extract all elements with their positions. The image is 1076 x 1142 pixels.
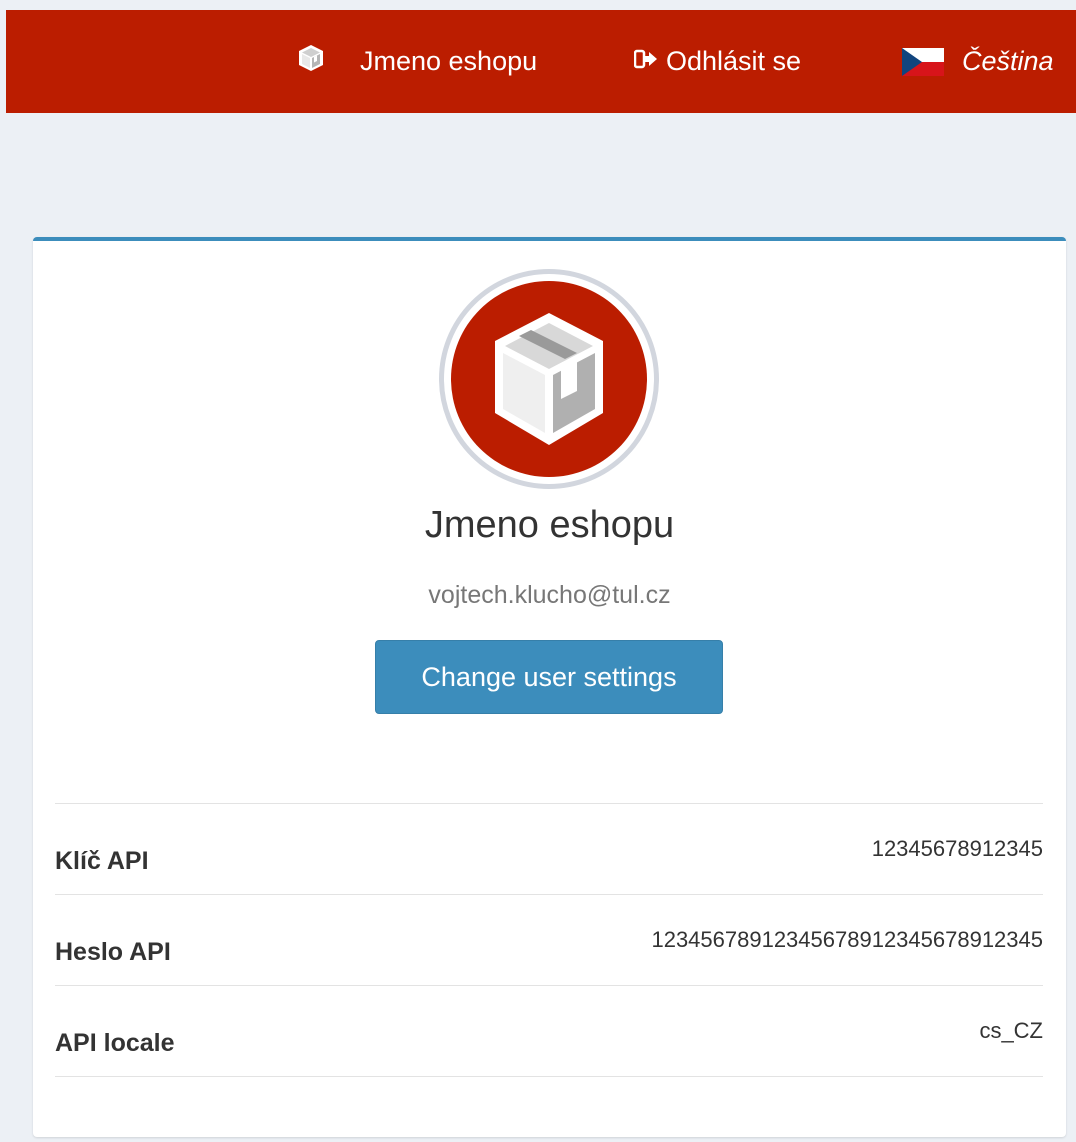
sign-out-icon [633,46,658,77]
list-item: Klíč API 12345678912345 [55,804,1043,895]
api-password-value: 1234567891234567891234567891234​5 [651,927,1043,952]
api-password-label: Heslo API [55,938,171,966]
profile-card: Jmeno eshopu vojtech.klucho@tul.cz Chang… [33,237,1066,1137]
package-icon [495,313,603,445]
list-item: API locale cs_CZ [55,986,1043,1077]
avatar [439,269,659,489]
list-item: Heslo API 123456789123456789123456789123… [55,895,1043,986]
api-key-value: 12345678912345 [871,836,1043,861]
api-info-list: Klíč API 12345678912345 Heslo API 123456… [55,803,1043,1077]
api-locale-value: cs_CZ [979,1018,1043,1043]
logout-label: Odhlásit se [666,46,802,76]
logout-link[interactable]: Odhlásit se [633,10,802,113]
api-key-label: Klíč API [55,847,149,875]
language-selector[interactable]: Čeština [902,10,1054,113]
top-navbar: Jmeno eshopu Odhlásit se Čeština [6,10,1076,113]
profile-name: Jmeno eshopu [424,504,675,546]
change-user-settings-button[interactable]: Change user settings [375,640,723,714]
czech-flag-icon [902,47,944,76]
avatar-circle [451,281,647,477]
nav-shop-link[interactable]: Jmeno eshopu [298,10,537,113]
profile-email: vojtech.klucho@tul.cz [428,581,671,609]
package-icon [298,44,324,79]
api-locale-label: API locale [55,1029,175,1057]
nav-shop-label: Jmeno eshopu [360,46,538,76]
language-label: Čeština [962,46,1054,76]
